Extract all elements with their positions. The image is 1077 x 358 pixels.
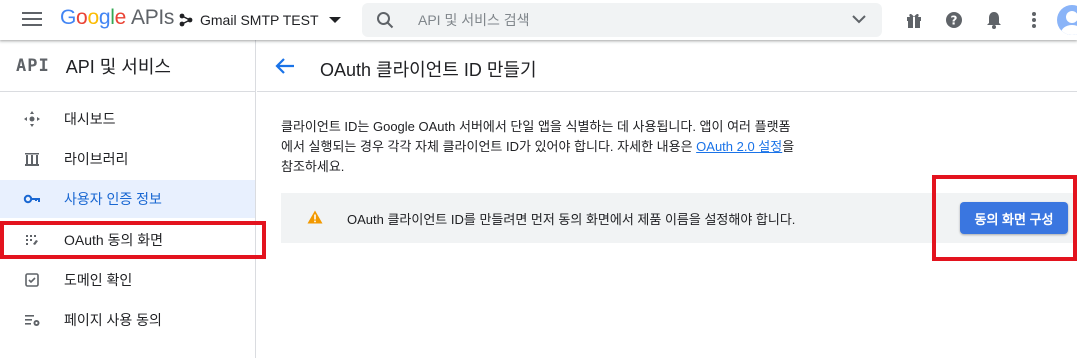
caret-down-icon	[328, 17, 341, 23]
key-icon	[23, 190, 41, 208]
account-avatar[interactable]	[1057, 5, 1077, 35]
warning-banner: OAuth 클라이언트 ID를 만들려면 먼저 동의 화면에서 제품 이름을 설…	[281, 193, 1077, 243]
library-icon	[23, 150, 41, 168]
google-apis-logo[interactable]: Google APIs	[60, 6, 174, 30]
page-usage-icon	[23, 311, 41, 329]
notifications-icon[interactable]	[984, 10, 1004, 30]
help-icon[interactable]: ?	[944, 10, 964, 30]
top-app-bar: GoogleAPIs Gmail SMTP TEST ?	[0, 0, 1077, 40]
warning-icon	[307, 210, 323, 224]
sidebar-title: API 및 서비스	[65, 56, 171, 77]
sidebar-item-label: 페이지 사용 동의	[64, 312, 162, 328]
sidebar-item-page-usage[interactable]: 페이지 사용 동의	[0, 301, 255, 339]
project-selector[interactable]: Gmail SMTP TEST	[178, 9, 341, 31]
chevron-down-icon[interactable]	[852, 14, 866, 24]
sidebar-item-label: 대시보드	[64, 111, 116, 127]
project-name: Gmail SMTP TEST	[200, 12, 319, 28]
warning-text: OAuth 클라이언트 ID를 만들려면 먼저 동의 화면에서 제품 이름을 설…	[347, 212, 796, 227]
sidebar-item-credentials[interactable]: 사용자 인증 정보	[0, 180, 255, 218]
person-icon	[1061, 11, 1077, 35]
domain-verify-icon	[23, 271, 41, 289]
sidebar-item-label: 도메인 확인	[64, 272, 133, 288]
search-input[interactable]	[418, 12, 838, 28]
page-title: OAuth 클라이언트 ID 만들기	[320, 60, 537, 80]
sidebar-item-domain-verification[interactable]: 도메인 확인	[0, 261, 255, 299]
project-icon	[179, 13, 193, 27]
sidebar-item-label: 라이브러리	[64, 151, 129, 167]
search-bar[interactable]	[362, 3, 882, 37]
consent-icon	[23, 231, 41, 249]
dashboard-icon	[23, 110, 41, 128]
page-header: OAuth 클라이언트 ID 만들기	[257, 40, 1077, 92]
description-text: 클라이언트 ID는 Google OAuth 서버에서 단일 앱을 식별하는 데…	[281, 119, 795, 174]
sidebar: API API 및 서비스 대시보드 라이브러리 사용자 인증 정보 OAuth…	[0, 40, 256, 358]
svg-text:?: ?	[951, 14, 958, 28]
sidebar-item-label: OAuth 동의 화면	[64, 232, 163, 248]
search-icon	[377, 12, 394, 29]
oauth-settings-link[interactable]: OAuth 2.0 설정	[696, 139, 782, 154]
sidebar-item-oauth-consent[interactable]: OAuth 동의 화면	[0, 221, 255, 259]
sidebar-item-dashboard[interactable]: 대시보드	[0, 100, 255, 138]
more-vert-icon[interactable]	[1024, 10, 1044, 30]
gift-icon[interactable]	[904, 10, 924, 30]
menu-icon[interactable]	[22, 12, 42, 28]
sidebar-item-label: 사용자 인증 정보	[64, 191, 162, 207]
sidebar-item-library[interactable]: 라이브러리	[0, 140, 255, 178]
api-icon: API	[16, 55, 50, 76]
sidebar-header: API API 및 서비스	[0, 40, 255, 92]
configure-consent-screen-button[interactable]: 동의 화면 구성	[960, 202, 1068, 234]
back-arrow-icon[interactable]	[275, 57, 295, 75]
